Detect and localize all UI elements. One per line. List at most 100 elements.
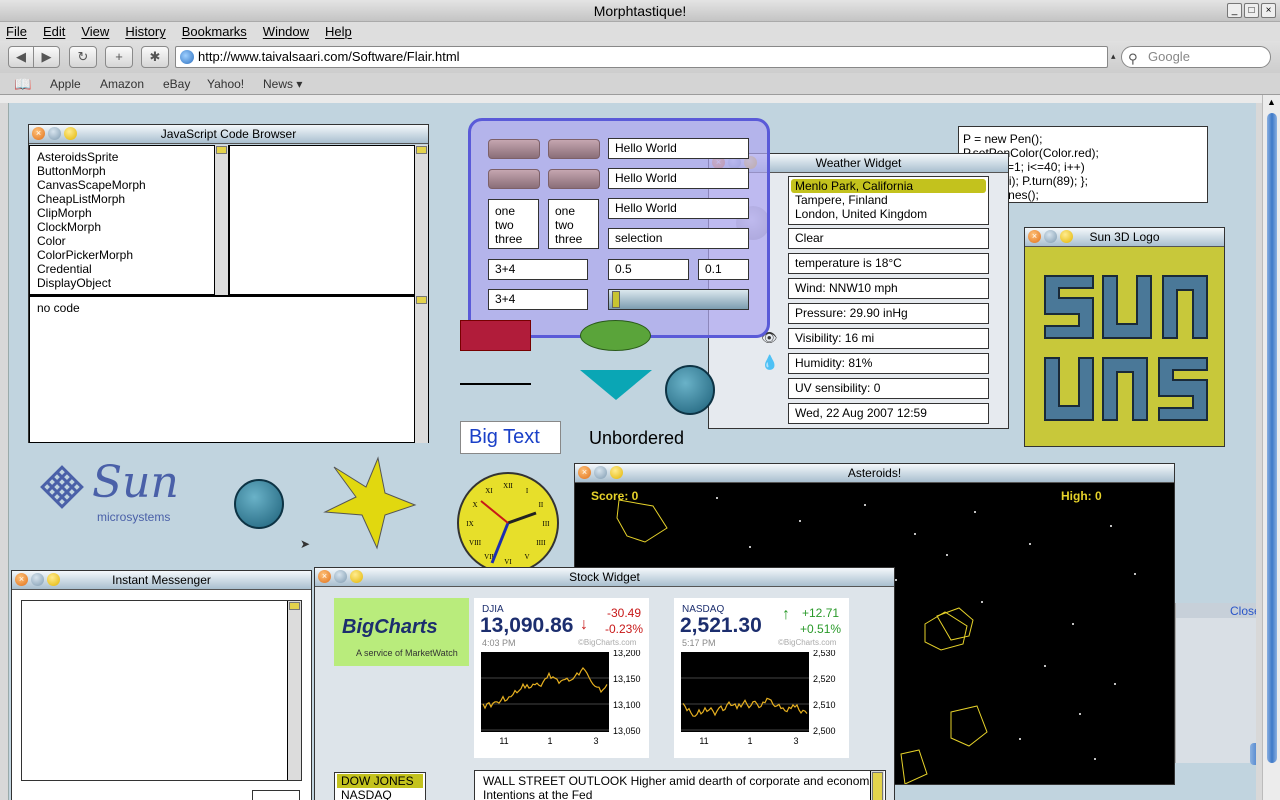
menu-history[interactable]: History [125, 22, 165, 41]
message-scrollbar[interactable] [287, 601, 301, 780]
maximize-icon[interactable] [64, 127, 77, 140]
big-text-box[interactable]: Big Text [460, 421, 561, 454]
list-option[interactable]: one [555, 204, 598, 218]
maximize-icon[interactable] [47, 573, 60, 586]
maximize-button[interactable]: □ [1244, 3, 1259, 18]
class-list-item[interactable]: DisplayObject [37, 276, 228, 290]
class-list[interactable]: AsteroidsSprite ButtonMorph CanvasScapeMor… [29, 145, 229, 295]
scroll-thumb[interactable] [416, 296, 427, 304]
red-rectangle[interactable] [460, 320, 531, 351]
close-link[interactable]: Close [1230, 604, 1256, 618]
page-scroll-thumb[interactable] [1267, 113, 1277, 763]
search-input[interactable]: ⚲ Google [1121, 46, 1271, 68]
line-shape[interactable] [460, 383, 531, 385]
demo-button[interactable] [548, 139, 600, 159]
forward-button[interactable]: ▶ [33, 46, 60, 68]
city-item-selected[interactable]: Menlo Park, California [791, 179, 986, 193]
asteroids-title-bar[interactable]: × Asteroids! [575, 464, 1174, 483]
open-book-icon[interactable]: 📖 [14, 73, 31, 95]
close-icon[interactable]: × [1028, 230, 1041, 243]
scroll-thumb[interactable] [289, 602, 300, 610]
slider[interactable] [608, 289, 749, 310]
class-list-scrollbar[interactable] [214, 145, 228, 295]
list-box[interactable]: one two three [548, 199, 599, 249]
text-field[interactable]: Hello World [608, 168, 749, 189]
menu-view[interactable]: View [81, 22, 109, 41]
demo-panel[interactable]: Hello World Hello World one two three on… [468, 118, 770, 338]
close-icon[interactable]: × [32, 127, 45, 140]
side-panel-scroll-thumb[interactable] [1250, 743, 1256, 765]
index-item[interactable]: NASDAQ [337, 788, 423, 800]
close-window-button[interactable]: × [1261, 3, 1276, 18]
djia-panel[interactable]: DJIA 13,090.86 ↓ -30.49 -0.23% 4:03 PM ©… [474, 598, 649, 758]
nasdaq-panel[interactable]: NASDAQ 2,521.30 ↑ +12.71 +0.51% 5:17 PM … [674, 598, 849, 758]
class-list-item[interactable]: AsteroidsSprite [37, 150, 228, 164]
list-option[interactable]: three [555, 232, 598, 246]
expression-field[interactable]: 3+4 [488, 289, 588, 310]
sun3d-logo[interactable] [1025, 248, 1224, 447]
selection-field[interactable]: selection [608, 228, 749, 249]
stock-title-bar[interactable]: × Stock Widget [315, 568, 894, 587]
cyan-triangle[interactable] [580, 370, 652, 400]
list-option[interactable]: three [495, 232, 538, 246]
minimize-icon[interactable] [1044, 230, 1057, 243]
web-icon[interactable] [234, 479, 284, 529]
close-icon[interactable]: × [15, 573, 28, 586]
list-option[interactable]: two [495, 218, 538, 232]
bookmark-news[interactable]: News ▾ [263, 73, 302, 95]
minimize-icon[interactable] [31, 573, 44, 586]
headline-box[interactable]: WALL STREET OUTLOOK Higher amid dearth o… [474, 770, 886, 800]
scroll-thumb[interactable] [872, 772, 883, 800]
demo-button[interactable] [488, 139, 540, 159]
city-item[interactable]: London, United Kingdom [791, 207, 986, 221]
unbordered-text[interactable]: Unbordered [589, 428, 684, 449]
maximize-icon[interactable] [1060, 230, 1073, 243]
list-option[interactable]: two [555, 218, 598, 232]
list-box[interactable]: one two three [488, 199, 539, 249]
method-list-scrollbar[interactable] [414, 145, 428, 295]
menu-edit[interactable]: Edit [43, 22, 65, 41]
maximize-icon[interactable] [350, 570, 363, 583]
bookmark-apple[interactable]: Apple [50, 73, 81, 95]
reload-button[interactable]: ↻ [69, 46, 97, 68]
index-list[interactable]: DOW JONES NASDAQ [334, 772, 426, 800]
close-icon[interactable]: × [578, 466, 591, 479]
back-button[interactable]: ◀ [8, 46, 34, 68]
code-pane[interactable]: no code [29, 295, 429, 443]
yellow-star[interactable] [322, 455, 417, 550]
minimize-icon[interactable] [48, 127, 61, 140]
web-icon[interactable] [665, 365, 715, 415]
address-dropdown-icon[interactable]: ▴ [1111, 51, 1116, 62]
bookmark-amazon[interactable]: Amazon [100, 73, 144, 95]
demo-button[interactable] [488, 169, 540, 189]
slider-knob[interactable] [612, 291, 620, 308]
text-field[interactable]: Hello World [608, 138, 749, 159]
debug-button[interactable]: ✱ [141, 46, 169, 68]
sun3d-title-bar[interactable]: × Sun 3D Logo [1025, 228, 1224, 247]
minimize-icon[interactable] [594, 466, 607, 479]
method-list[interactable] [229, 145, 429, 295]
message-history[interactable] [21, 600, 302, 781]
demo-button[interactable] [548, 169, 600, 189]
class-list-item[interactable]: ClipMorph [37, 206, 228, 220]
menu-bookmarks[interactable]: Bookmarks [182, 22, 247, 41]
number-field[interactable]: 0.1 [698, 259, 749, 280]
class-list-item[interactable]: Color [37, 234, 228, 248]
page-scrollbar[interactable]: ▲ [1262, 95, 1280, 800]
city-item[interactable]: Tampere, Finland [791, 193, 986, 207]
bigcharts-logo[interactable]: BigCharts A service of MarketWatch [334, 598, 469, 666]
class-list-item[interactable]: ButtonMorph [37, 164, 228, 178]
minimize-button[interactable]: _ [1227, 3, 1242, 18]
text-field[interactable]: Hello World [608, 198, 749, 219]
class-list-item[interactable]: ColorPickerMorph [37, 248, 228, 262]
code-pane-scrollbar[interactable] [414, 295, 428, 443]
scroll-thumb[interactable] [416, 146, 427, 154]
menu-file[interactable]: File [6, 22, 27, 41]
scroll-up-icon[interactable]: ▲ [1267, 97, 1276, 107]
menu-window[interactable]: Window [263, 22, 309, 41]
menu-help[interactable]: Help [325, 22, 352, 41]
clock[interactable]: XII I II III IIII V VI VII VIII IX X XI [457, 472, 559, 574]
add-bookmark-button[interactable]: + [105, 46, 133, 68]
class-list-item[interactable]: CanvasScapeMorph [37, 178, 228, 192]
message-input[interactable] [252, 790, 300, 800]
